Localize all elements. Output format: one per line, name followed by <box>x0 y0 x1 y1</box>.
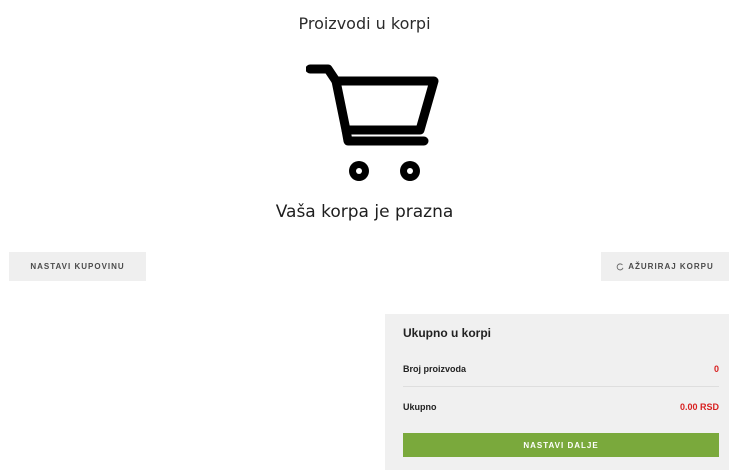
summary-row-total: Ukupno 0.00 RSD <box>403 402 719 418</box>
proceed-button[interactable]: NASTAVI DALJE <box>403 433 719 457</box>
item-count-value: 0 <box>713 364 719 374</box>
summary-title: Ukupno u korpi <box>403 326 491 340</box>
item-count-label: Broj proizvoda <box>403 364 467 374</box>
summary-row-item-count: Broj proizvoda 0 <box>403 364 719 380</box>
summary-divider <box>403 386 719 387</box>
refresh-icon <box>616 262 624 271</box>
continue-shopping-button[interactable]: NASTAVI KUPOVINU <box>9 252 146 281</box>
proceed-label: NASTAVI DALJE <box>523 440 599 450</box>
cart-summary: Ukupno u korpi Broj proizvoda 0 Ukupno 0… <box>385 314 729 470</box>
total-label: Ukupno <box>403 402 437 412</box>
continue-shopping-label: NASTAVI KUPOVINU <box>30 262 125 271</box>
update-cart-label: AŽURIRAJ KORPU <box>628 262 714 271</box>
shopping-cart-icon <box>305 61 442 189</box>
total-value: 0.00 RSD <box>679 402 719 412</box>
update-cart-button[interactable]: AŽURIRAJ KORPU <box>601 252 729 281</box>
empty-cart-message: Vaša korpa je prazna <box>275 202 454 222</box>
page-title: Proizvodi u korpi <box>298 14 431 33</box>
